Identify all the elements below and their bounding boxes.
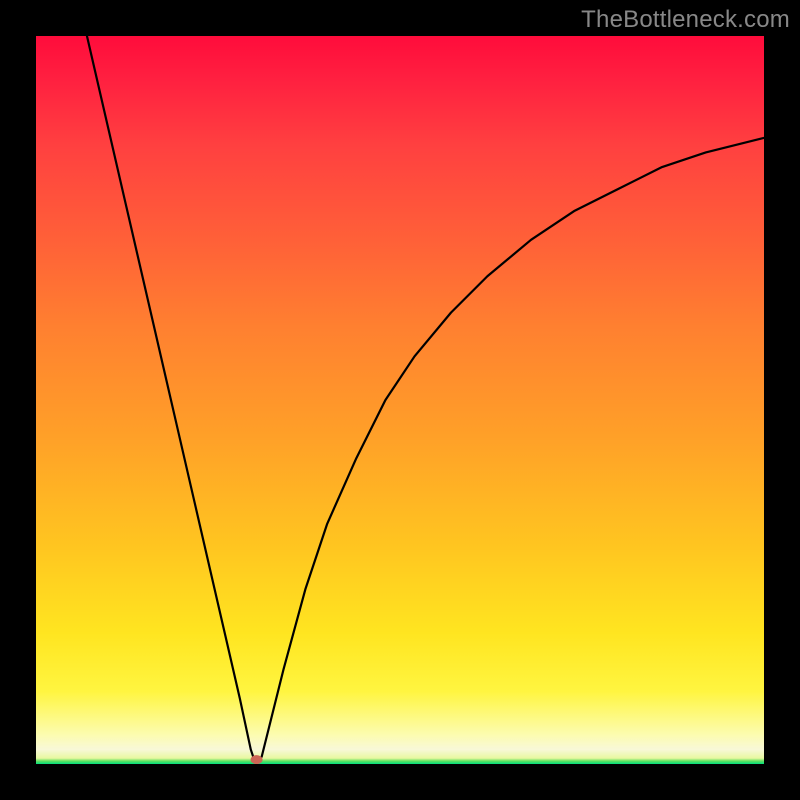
chart-svg	[36, 36, 764, 764]
bottleneck-curve	[87, 36, 764, 760]
watermark-text: TheBottleneck.com	[581, 6, 790, 34]
chart-frame: TheBottleneck.com	[0, 0, 800, 800]
minimum-marker	[251, 755, 263, 764]
